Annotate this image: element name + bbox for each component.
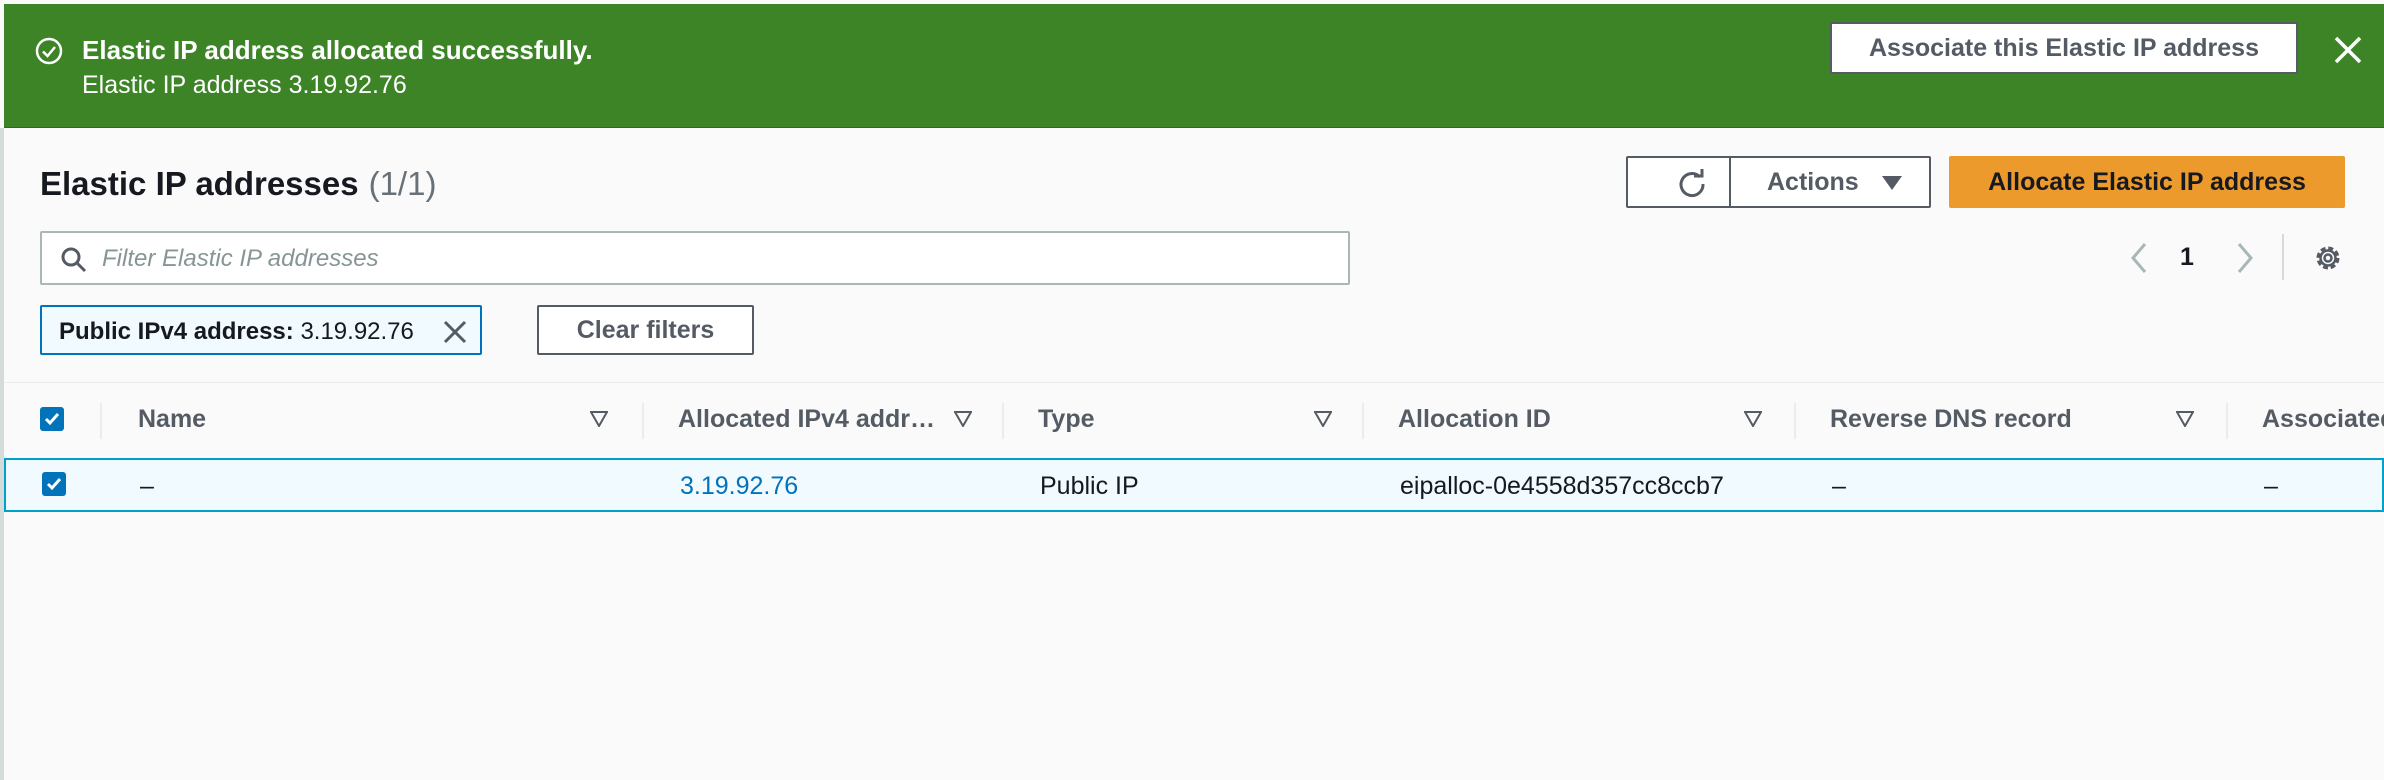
column-label: Type bbox=[1038, 405, 1095, 433]
clear-filters-button[interactable]: Clear filters bbox=[537, 305, 754, 355]
page-title-text: Elastic IP addresses bbox=[40, 165, 359, 202]
column-label: Name bbox=[138, 405, 207, 433]
actions-label: Actions bbox=[1767, 167, 1859, 196]
cell-associated: – bbox=[2264, 472, 2278, 500]
column-header-ipv4[interactable]: Allocated IPv4 addr… bbox=[678, 383, 998, 459]
column-header-allocation-id[interactable]: Allocation ID bbox=[1398, 383, 1778, 459]
column-divider bbox=[1002, 403, 1004, 439]
success-flash-banner: Elastic IP address allocated successfull… bbox=[4, 4, 2384, 128]
check-circle-icon bbox=[35, 37, 63, 65]
sort-icon[interactable] bbox=[2176, 411, 2194, 427]
actions-dropdown[interactable]: Actions bbox=[1729, 156, 1931, 208]
column-divider bbox=[1794, 403, 1796, 439]
filter-input[interactable] bbox=[102, 241, 1322, 277]
table-row[interactable]: – 3.19.92.76 Public IP eipalloc-0e4558d3… bbox=[4, 458, 2384, 512]
cell-reverse-dns: – bbox=[1832, 472, 1846, 500]
filter-token: Public IPv4 address: 3.19.92.76 bbox=[40, 305, 482, 355]
filter-token-key: Public IPv4 address: bbox=[59, 318, 294, 345]
remove-filter-icon[interactable] bbox=[440, 317, 470, 347]
cell-type: Public IP bbox=[1040, 472, 1139, 500]
gear-icon[interactable] bbox=[2310, 240, 2346, 276]
column-divider bbox=[100, 403, 102, 439]
column-label: Allocated IPv4 addr… bbox=[678, 405, 936, 433]
checkmark-icon bbox=[44, 413, 60, 426]
filter-token-value: 3.19.92.76 bbox=[300, 318, 414, 345]
refresh-icon bbox=[1679, 169, 1705, 198]
filter-search-box[interactable] bbox=[40, 231, 1350, 285]
previous-page-icon[interactable] bbox=[2125, 240, 2153, 276]
cell-allocation-id: eipalloc-0e4558d357cc8ccb7 bbox=[1400, 472, 1724, 500]
sort-icon[interactable] bbox=[1744, 411, 1762, 427]
flash-title: Elastic IP address allocated successfull… bbox=[82, 35, 593, 65]
column-label: Allocation ID bbox=[1398, 405, 1551, 433]
checkmark-icon bbox=[46, 478, 62, 491]
column-label: Associated bbox=[2262, 405, 2384, 433]
associate-elastic-ip-button[interactable]: Associate this Elastic IP address bbox=[1830, 22, 2298, 74]
pagination-divider bbox=[2282, 234, 2284, 280]
column-header-reverse-dns[interactable]: Reverse DNS record bbox=[1830, 383, 2210, 459]
cell-name: – bbox=[140, 472, 154, 500]
column-divider bbox=[642, 403, 644, 439]
column-header-name[interactable]: Name bbox=[138, 383, 638, 459]
search-icon bbox=[61, 247, 87, 273]
current-page-number[interactable]: 1 bbox=[2180, 243, 2194, 272]
close-icon[interactable] bbox=[2324, 26, 2372, 74]
table-header: Name Allocated IPv4 addr… Type Allocatio… bbox=[4, 382, 2384, 458]
item-count: (1/1) bbox=[368, 165, 437, 202]
column-label: Reverse DNS record bbox=[1830, 405, 2072, 433]
caret-down-icon bbox=[1882, 176, 1902, 190]
select-all-checkbox[interactable] bbox=[40, 407, 64, 431]
sort-icon[interactable] bbox=[590, 411, 608, 427]
row-checkbox[interactable] bbox=[42, 472, 66, 496]
column-header-type[interactable]: Type bbox=[1038, 383, 1358, 459]
column-divider bbox=[1362, 403, 1364, 439]
column-divider bbox=[2226, 403, 2228, 439]
next-page-icon[interactable] bbox=[2231, 240, 2259, 276]
sort-icon[interactable] bbox=[1314, 411, 1332, 427]
page-title: Elastic IP addresses (1/1) bbox=[40, 165, 436, 203]
sort-icon[interactable] bbox=[954, 411, 972, 427]
flash-message: Elastic IP address 3.19.92.76 bbox=[82, 71, 407, 99]
cell-ipv4-link[interactable]: 3.19.92.76 bbox=[680, 472, 798, 501]
column-header-associated[interactable]: Associated bbox=[2262, 383, 2384, 459]
allocate-elastic-ip-button[interactable]: Allocate Elastic IP address bbox=[1949, 156, 2345, 208]
